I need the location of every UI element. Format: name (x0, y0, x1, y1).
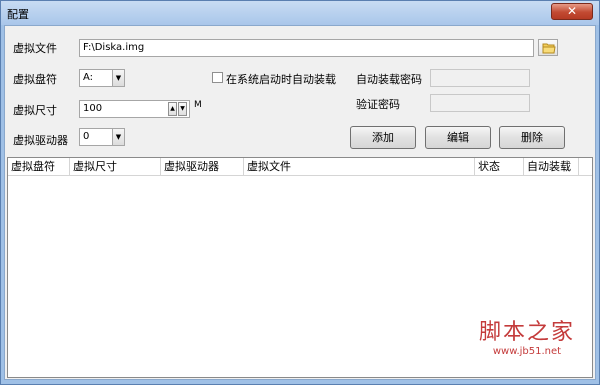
virtual-driver-value: 0 (83, 131, 90, 142)
config-window: 配置 ✕ 虚拟文件 F:\Diska.img 虚拟盘符 A: ▼ 在系统启动时自… (0, 0, 600, 385)
watermark: 脚本之家 www.jb51.net (479, 314, 575, 357)
column-header-disk[interactable]: 虚拟盘符 (8, 158, 70, 176)
edit-button[interactable]: 编辑 (425, 126, 491, 149)
spin-up-icon[interactable]: ▲ (168, 102, 177, 116)
column-header-size[interactable]: 虚拟尺寸 (70, 158, 161, 176)
column-header-autoload[interactable]: 自动装载 (524, 158, 579, 176)
title-bar[interactable]: 配置 ✕ (1, 1, 599, 25)
virtual-driver-select[interactable]: 0 ▼ (79, 128, 125, 146)
folder-icon (542, 43, 556, 54)
column-header-driver[interactable]: 虚拟驱动器 (161, 158, 244, 176)
autoload-password-label: 自动装载密码 (356, 73, 422, 86)
browse-button[interactable] (538, 39, 558, 56)
window-title: 配置 (7, 8, 29, 21)
virtual-driver-label: 虚拟驱动器 (13, 134, 68, 147)
list-header: 虚拟盘符 虚拟尺寸 虚拟驱动器 虚拟文件 状态 自动装载 (8, 158, 592, 176)
virtual-size-value: 100 (83, 103, 103, 114)
watermark-url: www.jb51.net (492, 346, 562, 357)
column-header-file[interactable]: 虚拟文件 (244, 158, 475, 176)
column-header-status[interactable]: 状态 (475, 158, 524, 176)
chevron-down-icon: ▼ (112, 70, 124, 86)
autoload-checkbox[interactable] (212, 72, 223, 83)
verify-password-input[interactable] (430, 94, 530, 112)
close-button[interactable]: ✕ (551, 3, 593, 20)
virtual-size-stepper[interactable]: 100 ▲ ▼ (79, 100, 190, 118)
add-button[interactable]: 添加 (350, 126, 416, 149)
size-unit-label: M (194, 100, 202, 110)
virtual-disk-label: 虚拟盘符 (13, 73, 57, 86)
virtual-size-label: 虚拟尺寸 (13, 104, 57, 117)
virtual-disk-value: A: (83, 72, 94, 83)
virtual-file-label: 虚拟文件 (13, 42, 57, 55)
autoload-password-input[interactable] (430, 69, 530, 87)
virtual-file-input[interactable]: F:\Diska.img (79, 39, 534, 57)
verify-password-label: 验证密码 (356, 98, 400, 111)
delete-button[interactable]: 删除 (499, 126, 565, 149)
chevron-down-icon: ▼ (112, 129, 124, 145)
virtual-disk-select[interactable]: A: ▼ (79, 69, 125, 87)
size-spin-buttons[interactable]: ▲ ▼ (168, 102, 188, 116)
watermark-logo: 脚本之家 (478, 320, 575, 345)
autoload-label: 在系统启动时自动装载 (226, 73, 336, 86)
client-area: 虚拟文件 F:\Diska.img 虚拟盘符 A: ▼ 在系统启动时自动装载 自… (4, 25, 596, 380)
spin-down-icon[interactable]: ▼ (178, 102, 187, 116)
